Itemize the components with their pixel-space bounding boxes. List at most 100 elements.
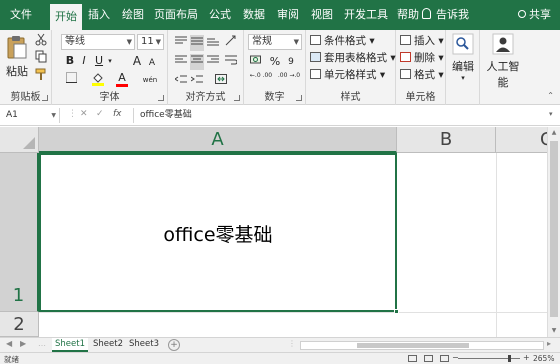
- align-right-button[interactable]: [206, 54, 220, 70]
- bold-button[interactable]: B: [64, 53, 76, 69]
- number-format-select[interactable]: 常规 ▼: [248, 34, 302, 50]
- align-bottom-button[interactable]: [206, 35, 220, 51]
- add-sheet-button[interactable]: +: [168, 339, 180, 351]
- increase-indent-icon: [190, 75, 203, 83]
- more-sheets-icon[interactable]: …: [38, 339, 46, 348]
- tab-draw[interactable]: 绘图: [118, 0, 148, 30]
- column-header-a[interactable]: A: [39, 127, 397, 153]
- merge-center-button[interactable]: [214, 73, 228, 89]
- scroll-down-icon[interactable]: ▼: [548, 327, 560, 334]
- phonetic-button[interactable]: wén: [140, 72, 160, 88]
- zoom-slider-thumb[interactable]: [508, 355, 511, 362]
- cancel-entry-button[interactable]: ✕: [80, 109, 88, 119]
- sheet-tab-3[interactable]: Sheet3: [126, 338, 162, 352]
- shrink-font-button[interactable]: A: [146, 55, 158, 71]
- tab-help[interactable]: 帮助: [394, 0, 422, 30]
- format-as-table-button[interactable]: 套用表格格式 ▾: [310, 50, 396, 66]
- tell-me-search[interactable]: 告诉我: [422, 0, 469, 30]
- formula-input[interactable]: office零基础: [133, 108, 547, 123]
- zoom-level[interactable]: 265%: [533, 354, 554, 363]
- insert-cells-button[interactable]: 插入 ▾: [400, 33, 444, 49]
- horizontal-scroll-thumb[interactable]: [357, 343, 469, 348]
- font-size-select[interactable]: 11 ▼: [137, 34, 164, 50]
- border-button[interactable]: [64, 72, 78, 88]
- fill-color-button[interactable]: [90, 72, 106, 88]
- zoom-in-icon[interactable]: +: [523, 353, 530, 362]
- cell-styles-button[interactable]: 单元格样式 ▾: [310, 67, 385, 83]
- ai-button[interactable]: 人工智能: [482, 33, 524, 90]
- chevron-down-icon: ▼: [51, 112, 56, 119]
- font-color-button[interactable]: A: [114, 72, 130, 88]
- underline-button[interactable]: U: [93, 53, 105, 69]
- sheet-tab-2[interactable]: Sheet2: [90, 338, 126, 352]
- sheet-tab-1[interactable]: Sheet1: [52, 338, 88, 352]
- row-header-2[interactable]: 2: [0, 312, 39, 337]
- tab-developer[interactable]: 开发工具: [342, 0, 390, 30]
- delete-cells-button[interactable]: 删除 ▾: [400, 50, 444, 66]
- fill-handle[interactable]: [394, 309, 399, 314]
- wrap-text-button[interactable]: [224, 54, 238, 70]
- formula-bar-menu-icon[interactable]: ⋮: [68, 109, 77, 119]
- page-layout-view-icon[interactable]: [424, 355, 433, 362]
- comma-style-button[interactable]: 9: [284, 54, 298, 70]
- confirm-entry-button[interactable]: ✓: [96, 109, 104, 119]
- tab-split-icon[interactable]: ⋮: [288, 339, 296, 348]
- collapse-ribbon-icon[interactable]: ⌃: [547, 91, 554, 100]
- column-header-b[interactable]: B: [397, 127, 496, 153]
- alignment-launcher[interactable]: [234, 95, 240, 101]
- expand-formula-bar-icon[interactable]: ▾: [549, 110, 553, 118]
- align-center-button[interactable]: [190, 54, 204, 70]
- decrease-decimal-button[interactable]: .00 →.0: [276, 72, 302, 88]
- underline-dropdown[interactable]: ▾: [106, 53, 114, 69]
- format-painter-button[interactable]: [34, 68, 48, 84]
- italic-button[interactable]: I: [78, 53, 90, 69]
- increase-indent-button[interactable]: [190, 73, 204, 89]
- decrease-indent-button[interactable]: [174, 73, 188, 89]
- tab-review[interactable]: 审阅: [274, 0, 302, 30]
- column-header-c[interactable]: C: [496, 127, 553, 153]
- select-all-button[interactable]: [0, 127, 39, 153]
- page-break-view-icon[interactable]: [440, 355, 449, 362]
- conditional-formatting-button[interactable]: 条件格式 ▾: [310, 33, 375, 49]
- tab-view[interactable]: 视图: [308, 0, 336, 30]
- prev-sheet-icon[interactable]: ◀: [6, 339, 12, 348]
- vertical-scrollbar[interactable]: ▲ ▼: [547, 127, 560, 337]
- orientation-button[interactable]: [224, 35, 238, 51]
- share-button[interactable]: 共享: [518, 0, 551, 30]
- tab-file[interactable]: 文件: [4, 0, 38, 30]
- vertical-scroll-thumb[interactable]: [550, 141, 558, 317]
- number-launcher[interactable]: [296, 95, 302, 101]
- increase-decimal-button[interactable]: ←.0 .00: [248, 72, 274, 88]
- paste-button[interactable]: 粘贴: [4, 34, 30, 79]
- scroll-up-icon[interactable]: ▲: [548, 129, 560, 136]
- next-sheet-icon[interactable]: ▶: [20, 339, 26, 348]
- format-cells-button[interactable]: 格式 ▾: [400, 67, 444, 83]
- row-header-1[interactable]: 1: [0, 153, 39, 312]
- editing-button[interactable]: 编辑 ▾: [450, 33, 476, 82]
- cut-button[interactable]: [34, 33, 48, 49]
- font-launcher[interactable]: [158, 95, 164, 101]
- accounting-format-button[interactable]: [248, 54, 266, 70]
- gridline: [496, 153, 497, 337]
- scroll-right-icon[interactable]: ▸: [547, 339, 551, 348]
- chevron-down-icon: ▼: [293, 38, 299, 46]
- horizontal-scrollbar[interactable]: [300, 341, 544, 350]
- tab-home[interactable]: 开始: [50, 4, 82, 30]
- insert-function-button[interactable]: fx: [113, 109, 122, 119]
- align-top-button[interactable]: [174, 35, 188, 51]
- normal-view-icon[interactable]: [408, 355, 417, 362]
- font-name-select[interactable]: 等线 ▼: [61, 34, 135, 50]
- tab-formulas[interactable]: 公式: [206, 0, 234, 30]
- copy-button[interactable]: [34, 50, 48, 66]
- clipboard-launcher[interactable]: [42, 95, 48, 101]
- cell-a1[interactable]: office零基础: [39, 220, 397, 247]
- tab-data[interactable]: 数据: [240, 0, 268, 30]
- align-middle-icon: [191, 37, 203, 45]
- align-left-button[interactable]: [174, 54, 188, 70]
- tab-page-layout[interactable]: 页面布局: [152, 0, 200, 30]
- name-box[interactable]: A1 ▼: [2, 108, 60, 123]
- grow-font-button[interactable]: A: [130, 53, 144, 69]
- align-middle-button[interactable]: [190, 35, 204, 51]
- tab-insert[interactable]: 插入: [84, 0, 114, 30]
- percent-button[interactable]: %: [268, 54, 282, 70]
